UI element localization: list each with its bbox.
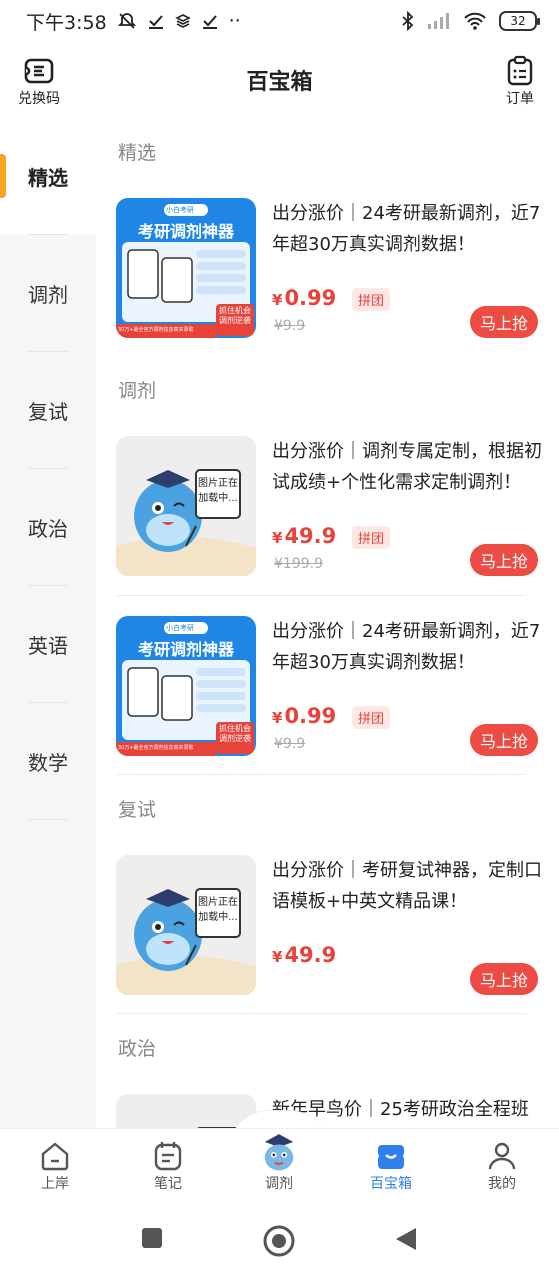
nav-item-home[interactable]: 上岸 <box>10 1139 100 1193</box>
buy-now-button[interactable]: 马上抢 <box>470 963 538 995</box>
product-title: 出分涨价｜24考研最新调剂，近7年超30万真实调剂数据！ <box>272 621 541 673</box>
product-thumbnail: 图片正在 加载中... <box>116 855 256 995</box>
product-price: ¥49.9 <box>272 524 337 548</box>
product-thumbnail: 小白考研 考研调剂神器 抓住机会 调剂逆袭 30万+最全官方调剂信息真实录取 <box>116 616 256 756</box>
system-nav-bar <box>0 1206 559 1280</box>
check-icon <box>202 15 217 29</box>
buy-now-button[interactable]: 马上抢 <box>470 544 538 576</box>
buy-now-button[interactable]: 马上抢 <box>470 306 538 338</box>
sidebar-item-label: 复试 <box>28 400 68 424</box>
layers-icon <box>174 14 191 28</box>
mute-bell-icon <box>117 13 136 29</box>
status-bar: 下午3:58 ·· 32 <box>0 0 559 42</box>
divider <box>116 774 526 775</box>
nav-label: 我的 <box>488 1176 516 1192</box>
product-thumbnail: 小白考研 考研调剂神器 抓住机会 调剂逆袭 30万+最全官方调剂信息真实录取 <box>116 198 256 338</box>
product-price: ¥49.9 <box>272 943 337 967</box>
sidebar-item-label: 精选 <box>28 166 68 190</box>
more-dots-icon: ·· <box>228 10 241 32</box>
product-card[interactable]: 图片正在 加载中... 出分涨价｜调剂专属定制，根据初试成绩+个性化需求定制调剂… <box>116 436 542 576</box>
product-title: 出分涨价｜调剂专属定制，根据初试成绩+个性化需求定制调剂！ <box>272 441 542 493</box>
group-buy-tag: 拼团 <box>352 526 391 549</box>
sidebar-item-label: 调剂 <box>28 283 68 307</box>
nav-item-notes[interactable]: 笔记 <box>123 1139 213 1193</box>
nav-label: 笔记 <box>154 1176 182 1192</box>
original-price: ¥9.9 <box>274 736 306 752</box>
section-title-retest: 复试 <box>118 799 157 821</box>
product-thumbnail <box>116 1094 256 1130</box>
home-circle-icon[interactable] <box>262 1224 296 1258</box>
original-price: ¥199.9 <box>274 556 323 572</box>
back-triangle-icon[interactable] <box>394 1226 418 1252</box>
poster-brand: 小白考研 <box>166 624 194 632</box>
product-price: ¥0.99 <box>272 704 337 728</box>
sidebar-item-label: 数学 <box>28 751 68 775</box>
product-list[interactable]: 精选 小白考研 考研调剂神器 抓住机会 调剂逆袭 30万+最全官方调剂信息真实录… <box>96 118 559 1130</box>
sidebar-item-politics[interactable]: 政治 <box>0 469 96 586</box>
battery-icon: 32 <box>499 11 540 31</box>
product-thumbnail: 图片正在 加载中... <box>116 436 256 576</box>
group-buy-tag: 拼团 <box>352 706 391 729</box>
wifi-icon <box>464 12 486 30</box>
loading-board-text: 图片正在 加载中... <box>198 478 238 504</box>
nav-item-profile[interactable]: 我的 <box>457 1139 547 1193</box>
person-icon <box>488 1142 516 1170</box>
sidebar-item-math[interactable]: 数学 <box>0 703 96 820</box>
section-title-politics: 政治 <box>118 1038 157 1060</box>
top-header: 兑换码 百宝箱 订单 <box>0 44 559 114</box>
section-title-adjustment: 调剂 <box>118 380 157 402</box>
sidebar-item-label: 英语 <box>28 634 68 658</box>
poster-badge: 抓住机会 调剂逆袭 <box>219 724 251 743</box>
treasure-box-icon <box>378 1145 404 1169</box>
nav-label: 调剂 <box>265 1176 293 1192</box>
category-sidebar: 精选 调剂 复试 政治 英语 数学 <box>0 118 96 1130</box>
product-card[interactable]: 图片正在 加载中... 出分涨价｜考研复试神器，定制口语模板+中英文精品课！ ¥… <box>116 855 542 995</box>
group-buy-tag: 拼团 <box>352 288 391 311</box>
orders-button[interactable]: 订单 <box>503 54 537 108</box>
poster-footer: 30万+最全官方调剂信息真实录取 <box>118 745 194 751</box>
buy-now-button[interactable]: 马上抢 <box>470 724 538 756</box>
poster-headline: 考研调剂神器 <box>137 222 234 241</box>
notebook-icon <box>154 1142 182 1171</box>
clipboard-icon <box>507 55 533 86</box>
poster-brand: 小白考研 <box>166 206 194 214</box>
recent-apps-icon[interactable] <box>140 1226 164 1250</box>
sidebar-item-adjustment[interactable]: 调剂 <box>0 235 96 352</box>
status-time: 下午3:58 <box>26 11 107 34</box>
poster-footer: 30万+最全官方调剂信息真实录取 <box>118 327 194 333</box>
mascot-icon <box>264 1134 294 1171</box>
nav-label: 百宝箱 <box>370 1176 412 1192</box>
signal-icon <box>428 13 449 29</box>
bluetooth-icon <box>402 11 414 31</box>
page-title: 百宝箱 <box>246 70 313 95</box>
sidebar-item-featured[interactable]: 精选 <box>0 118 96 235</box>
poster-headline: 考研调剂神器 <box>137 640 234 659</box>
original-price: ¥9.9 <box>274 318 306 334</box>
nav-item-adjustment[interactable]: 调剂 <box>234 1129 324 1193</box>
product-title: 出分涨价｜考研复试神器，定制口语模板+中英文精品课！ <box>272 860 542 912</box>
nav-label: 上岸 <box>41 1176 69 1192</box>
orders-label: 订单 <box>506 91 534 107</box>
product-card[interactable]: 小白考研 考研调剂神器 抓住机会 调剂逆袭 30万+最全官方调剂信息真实录取 出… <box>116 616 540 756</box>
loading-board-text: 图片正在 加载中... <box>198 897 238 923</box>
nav-item-treasure-box[interactable]: 百宝箱 <box>346 1139 436 1193</box>
divider <box>116 595 526 596</box>
sidebar-item-english[interactable]: 英语 <box>0 586 96 703</box>
check-icon <box>148 15 163 29</box>
product-price: ¥0.99 <box>272 286 337 310</box>
bottom-nav: 上岸 笔记 调剂 百宝箱 我的 <box>0 1128 559 1206</box>
product-card[interactable]: 新年早鸟价｜25考研政治全程班 <box>116 1094 529 1130</box>
divider <box>116 1013 526 1014</box>
home-icon <box>41 1142 69 1171</box>
poster-badge: 抓住机会 调剂逆袭 <box>219 306 251 325</box>
sidebar-item-label: 政治 <box>28 517 68 541</box>
section-title-featured: 精选 <box>118 142 157 164</box>
product-title: 出分涨价｜24考研最新调剂，近7年超30万真实调剂数据！ <box>272 203 541 255</box>
product-card[interactable]: 小白考研 考研调剂神器 抓住机会 调剂逆袭 30万+最全官方调剂信息真实录取 出… <box>116 198 540 338</box>
sidebar-item-retest[interactable]: 复试 <box>0 352 96 469</box>
